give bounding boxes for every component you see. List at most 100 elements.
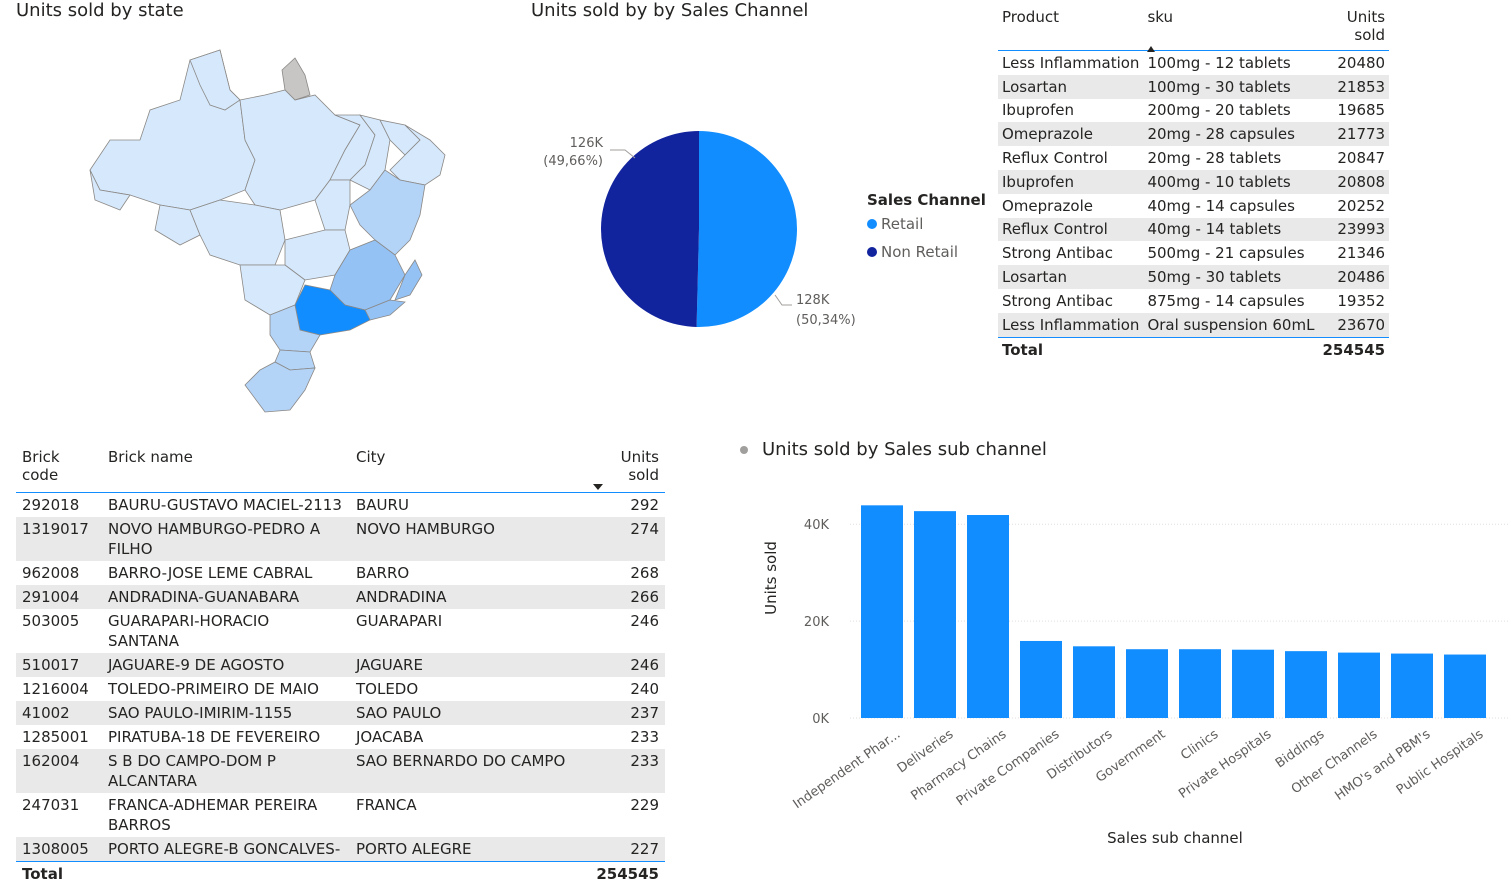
bar-title-bullet-icon xyxy=(740,446,748,454)
brick-table-total-spacer-1 xyxy=(102,862,350,886)
table-row[interactable]: Ibuprofen400mg - 10 tablets20808 xyxy=(998,170,1389,194)
bar-x-tick-label: Public Hospitals xyxy=(1394,727,1487,798)
table-row[interactable]: Omeprazole20mg - 28 capsules21773 xyxy=(998,122,1389,146)
city-cell: NOVO HAMBURGO xyxy=(350,517,582,561)
table-row[interactable]: 162004S B DO CAMPO-DOM P ALCANTARASAO BE… xyxy=(16,749,665,793)
units-sold-cell: 21346 xyxy=(1318,241,1389,265)
bar-x-tick-label: Independent Phar... xyxy=(791,727,904,812)
units-sold-cell: 233 xyxy=(582,749,665,793)
legend-dot-retail-icon xyxy=(867,219,877,229)
product-table-total-value: 254545 xyxy=(1318,337,1389,362)
table-row[interactable]: Ibuprofen200mg - 20 tablets19685 xyxy=(998,99,1389,123)
legend-dot-non-retail-icon xyxy=(867,247,877,257)
map-state-amazonas[interactable] xyxy=(90,50,255,210)
brick-table-total-value: 254545 xyxy=(582,862,665,886)
units-sold-col-header[interactable]: Units sold xyxy=(1318,4,1389,51)
table-row[interactable]: Strong Antibac875mg - 14 capsules19352 xyxy=(998,289,1389,313)
table-row[interactable]: 962008BARRO-JOSE LEME CABRALBARRO268 xyxy=(16,561,665,585)
pie-slice-retail[interactable] xyxy=(697,131,797,327)
pie-legend-title: Sales Channel xyxy=(867,191,986,209)
brick-code-cell: 1308005 xyxy=(16,837,102,862)
product-cell: Reflux Control xyxy=(998,218,1143,242)
product-cell: Losartan xyxy=(998,75,1143,99)
city-col-header[interactable]: City xyxy=(350,444,582,493)
sku-cell: 875mg - 14 capsules xyxy=(1143,289,1318,313)
bar-other-channels[interactable] xyxy=(1338,653,1380,718)
table-row[interactable]: Losartan100mg - 30 tablets21853 xyxy=(998,75,1389,99)
bar-y-tick-label: 0K xyxy=(812,712,829,727)
bar-private-hospitals[interactable] xyxy=(1232,650,1274,718)
table-row[interactable]: 1216004TOLEDO-PRIMEIRO DE MAIOTOLEDO240 xyxy=(16,677,665,701)
table-row[interactable]: 503005GUARAPARI-HORACIO SANTANAGUARAPARI… xyxy=(16,609,665,653)
pie-leader-right xyxy=(775,295,792,305)
table-row[interactable]: 1308005PORTO ALEGRE-B GONCALVES-PORTO AL… xyxy=(16,837,665,862)
brick-name-cell: JAGUARE-9 DE AGOSTO xyxy=(102,653,350,677)
units-sold-cell: 20252 xyxy=(1318,194,1389,218)
table-row[interactable]: Less InflammationOral suspension 60mL236… xyxy=(998,313,1389,337)
pie-leader-left xyxy=(610,150,635,158)
bar-clinics[interactable] xyxy=(1179,649,1221,718)
table-row[interactable]: Strong Antibac500mg - 21 capsules21346 xyxy=(998,241,1389,265)
bar-distributors[interactable] xyxy=(1073,646,1115,718)
city-cell: SAO PAULO xyxy=(350,701,582,725)
bar-independent-phar[interactable] xyxy=(861,505,903,718)
table-row[interactable]: Less Inflammation100mg - 12 tablets20480 xyxy=(998,51,1389,75)
brick-units-sold-col-header[interactable]: Units sold xyxy=(582,444,665,493)
bar-pharmacy-chains[interactable] xyxy=(967,515,1009,718)
brazil-map[interactable] xyxy=(60,40,480,420)
brick-code-cell: 1319017 xyxy=(16,517,102,561)
city-cell: FRANCA xyxy=(350,793,582,837)
pie-legend-item-non-retail[interactable]: Non Retail xyxy=(867,243,986,261)
brick-code-col-header[interactable]: Brick code xyxy=(16,444,102,493)
table-row[interactable]: 1285001PIRATUBA-18 DE FEVEREIROJOACABA23… xyxy=(16,725,665,749)
city-cell: GUARAPARI xyxy=(350,609,582,653)
pie-label-right-pct: (50,34%) xyxy=(796,313,856,328)
brick-name-cell: PIRATUBA-18 DE FEVEREIRO xyxy=(102,725,350,749)
brick-name-cell: S B DO CAMPO-DOM P ALCANTARA xyxy=(102,749,350,793)
units-sold-cell: 20486 xyxy=(1318,265,1389,289)
table-row[interactable]: Reflux Control20mg - 28 tablets20847 xyxy=(998,146,1389,170)
bar-deliveries[interactable] xyxy=(914,511,956,718)
units-sold-cell: 23993 xyxy=(1318,218,1389,242)
sku-cell: 100mg - 12 tablets xyxy=(1143,51,1318,75)
brick-name-col-header[interactable]: Brick name xyxy=(102,444,350,493)
table-row[interactable]: 247031FRANCA-ADHEMAR PEREIRA BARROSFRANC… xyxy=(16,793,665,837)
pie-legend-item-retail[interactable]: Retail xyxy=(867,215,986,233)
map-state-rio-grande-sul[interactable] xyxy=(245,362,315,412)
product-table-total-label: Total xyxy=(998,337,1143,362)
brick-name-cell: BAURU-GUSTAVO MACIEL-2113 xyxy=(102,493,350,518)
units-sold-cell: 20480 xyxy=(1318,51,1389,75)
brick-code-cell: 1285001 xyxy=(16,725,102,749)
table-row[interactable]: Losartan50mg - 30 tablets20486 xyxy=(998,265,1389,289)
brick-code-cell: 247031 xyxy=(16,793,102,837)
units-sold-cell: 19352 xyxy=(1318,289,1389,313)
table-row[interactable]: 41002SAO PAULO-IMIRIM-1155SAO PAULO237 xyxy=(16,701,665,725)
product-cell: Less Inflammation xyxy=(998,313,1143,337)
table-row[interactable]: Reflux Control40mg - 14 tablets23993 xyxy=(998,218,1389,242)
bar-private-companies[interactable] xyxy=(1020,641,1062,718)
map-state-mato-grosso[interactable] xyxy=(190,200,285,265)
pie-label-right-value: 128K xyxy=(796,293,830,308)
pie-chart[interactable]: 126K (49,66%) 128K (50,34%) xyxy=(520,110,880,350)
bar-government[interactable] xyxy=(1126,649,1168,718)
bar-public-hospitals[interactable] xyxy=(1444,655,1486,718)
bar-biddings[interactable] xyxy=(1285,651,1327,718)
table-row[interactable]: 1319017NOVO HAMBURGO-PEDRO A FILHONOVO H… xyxy=(16,517,665,561)
table-row[interactable]: 292018BAURU-GUSTAVO MACIEL-2113BAURU292 xyxy=(16,493,665,518)
pie-slice-non-retail[interactable] xyxy=(601,131,699,327)
table-row[interactable]: 510017JAGUARE-9 DE AGOSTOJAGUARE246 xyxy=(16,653,665,677)
product-col-header[interactable]: Product xyxy=(998,4,1143,51)
bar-y-axis-label: Units sold xyxy=(762,541,780,615)
sku-cell: 20mg - 28 capsules xyxy=(1143,122,1318,146)
table-row[interactable]: 291004ANDRADINA-GUANABARAANDRADINA266 xyxy=(16,585,665,609)
bar-hmo-s-and-pbm-s[interactable] xyxy=(1391,654,1433,718)
units-sold-cell: 240 xyxy=(582,677,665,701)
product-table-total-spacer xyxy=(1143,337,1318,362)
product-table: Product sku Units sold Less Inflammation… xyxy=(998,4,1389,362)
sku-cell: 100mg - 30 tablets xyxy=(1143,75,1318,99)
sku-col-header[interactable]: sku xyxy=(1143,4,1318,51)
brick-name-cell: GUARAPARI-HORACIO SANTANA xyxy=(102,609,350,653)
bar-chart[interactable]: 0K20K40K Independent Phar...DeliveriesPh… xyxy=(740,480,1511,849)
table-row[interactable]: Omeprazole40mg - 14 capsules20252 xyxy=(998,194,1389,218)
units-sold-cell: 23670 xyxy=(1318,313,1389,337)
